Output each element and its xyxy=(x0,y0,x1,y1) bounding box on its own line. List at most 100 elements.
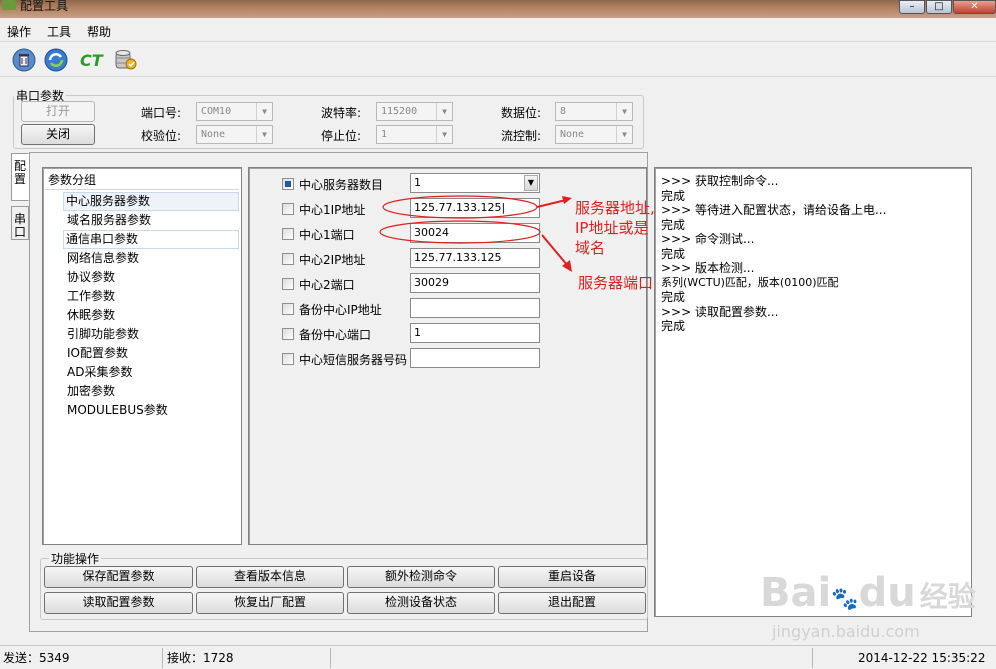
trash-icon[interactable] xyxy=(12,48,36,72)
label-center2-port: 中心2端口 xyxy=(299,278,355,292)
parity-select[interactable]: None ▼ xyxy=(196,125,273,144)
tree-item-modulebus[interactable]: MODULEBUS参数 xyxy=(65,401,170,420)
databits-label: 数据位: xyxy=(501,106,542,120)
server-count-value: 1 xyxy=(414,176,421,189)
port-label: 端口号: xyxy=(141,106,182,120)
chevron-down-icon: ▼ xyxy=(524,175,538,191)
maximize-button[interactable]: □ xyxy=(926,0,952,14)
watermark-brand3: 经验 xyxy=(919,580,976,613)
check-status-button[interactable]: 检测设备状态 xyxy=(347,592,495,614)
function-legend: 功能操作 xyxy=(49,550,102,567)
database-icon[interactable] xyxy=(113,48,137,72)
baud-value: 115200 xyxy=(381,106,418,117)
label-backup-ip: 备份中心IP地址 xyxy=(299,303,382,317)
log-line: >>> 获取控制命令... xyxy=(661,174,779,188)
baud-label: 波特率: xyxy=(321,106,362,120)
chevron-down-icon: ▼ xyxy=(436,126,452,143)
title-bar: 配置工具 – □ ✕ xyxy=(0,0,996,18)
tree-item-network[interactable]: 网络信息参数 xyxy=(65,249,141,268)
backup-port-field[interactable]: 1 xyxy=(410,323,540,343)
tree-item-protocol[interactable]: 协议参数 xyxy=(65,268,117,287)
label-backup-port: 备份中心端口 xyxy=(299,328,372,342)
tree-item-serial[interactable]: 通信串口参数 xyxy=(63,230,239,249)
tree-item-encrypt[interactable]: 加密参数 xyxy=(65,382,117,401)
label-sms-number: 中心短信服务器号码 xyxy=(299,353,408,367)
flow-select[interactable]: None ▼ xyxy=(555,125,633,144)
log-line: 完成 xyxy=(661,217,686,232)
tab-serial-label: 串口 xyxy=(14,212,27,239)
ct-icon[interactable]: CT xyxy=(80,48,106,72)
save-config-button[interactable]: 保存配置参数 xyxy=(44,566,193,588)
checkbox-center2-ip[interactable] xyxy=(282,253,294,265)
annotation-server-address-line3: 域名 xyxy=(575,239,606,257)
log-line: 完成 xyxy=(661,290,686,304)
flow-label: 流控制: xyxy=(501,129,542,143)
annotation-server-port: 服务器端口 xyxy=(578,274,654,292)
databits-select[interactable]: 8 ▼ xyxy=(555,102,633,121)
window-title: 配置工具 xyxy=(20,0,69,13)
checkbox-backup-port[interactable] xyxy=(282,328,294,340)
exit-config-button[interactable]: 退出配置 xyxy=(498,592,646,614)
sms-number-field[interactable] xyxy=(410,348,540,368)
status-separator xyxy=(162,648,163,668)
annotation-server-address-line1: 服务器地址, xyxy=(575,199,655,217)
stopbits-label: 停止位: xyxy=(321,129,362,143)
tree-item-work[interactable]: 工作参数 xyxy=(65,287,117,306)
tree-item-center-server[interactable]: 中心服务器参数 xyxy=(63,192,239,211)
stopbits-select[interactable]: 1 ▼ xyxy=(376,125,453,144)
label-center1-ip: 中心1IP地址 xyxy=(299,203,366,217)
tree-item-sleep[interactable]: 休眠参数 xyxy=(65,306,117,325)
annotation-server-address-line2: IP地址或是 xyxy=(575,219,649,237)
ct-icon-label: CT xyxy=(80,51,103,70)
factory-reset-button[interactable]: 恢复出厂配置 xyxy=(196,592,344,614)
log-line: 完成 xyxy=(661,319,686,333)
status-bar: 发送：5349 接收：1728 2014-12-22 15:35:22 xyxy=(0,645,996,669)
chevron-down-icon: ▼ xyxy=(616,126,632,143)
status-separator xyxy=(812,648,813,668)
restart-device-button[interactable]: 重启设备 xyxy=(498,566,646,588)
status-datetime: 2014-12-22 15:35:22 xyxy=(858,651,986,665)
tree-item-io[interactable]: IO配置参数 xyxy=(65,344,130,363)
backup-ip-field[interactable] xyxy=(410,298,540,318)
read-config-button[interactable]: 读取配置参数 xyxy=(44,592,193,614)
log-output[interactable]: >>> 获取控制命令... 完成 >>> 等待进入配置状态，请给设备上电... … xyxy=(654,167,972,617)
checkbox-backup-ip[interactable] xyxy=(282,303,294,315)
flow-value: None xyxy=(560,129,585,140)
extra-check-button[interactable]: 额外检测命令 xyxy=(347,566,495,588)
tree-item-pin[interactable]: 引脚功能参数 xyxy=(65,325,141,344)
checkbox-center1-port[interactable] xyxy=(282,228,294,240)
chevron-down-icon: ▼ xyxy=(256,103,272,120)
tab-serial[interactable]: 串口 xyxy=(11,206,29,240)
log-line: >>> 等待进入配置状态，请给设备上电... xyxy=(661,203,887,217)
log-line: 系列(WCTU)匹配，版本(0100)匹配 xyxy=(661,275,839,289)
watermark-url: jingyan.baidu.com xyxy=(772,622,920,641)
minimize-button[interactable]: – xyxy=(899,0,925,14)
menu-operation[interactable]: 操作 xyxy=(7,23,31,40)
open-port-button[interactable]: 打开 xyxy=(21,101,95,122)
tree-item-dns-server[interactable]: 域名服务器参数 xyxy=(65,211,153,230)
close-port-button[interactable]: 关闭 xyxy=(21,124,95,145)
label-center1-port: 中心1端口 xyxy=(299,228,355,242)
tab-config[interactable]: 配置 xyxy=(11,153,29,201)
param-group-tree: 参数分组 中心服务器参数 域名服务器参数 通信串口参数 网络信息参数 协议参数 … xyxy=(42,167,242,545)
chevron-down-icon: ▼ xyxy=(256,126,272,143)
tree-item-ad[interactable]: AD采集参数 xyxy=(65,363,134,382)
chevron-down-icon: ▼ xyxy=(616,103,632,120)
port-select[interactable]: COM10 ▼ xyxy=(196,102,273,121)
port-value: COM10 xyxy=(201,106,232,117)
checkbox-sms-number[interactable] xyxy=(282,353,294,365)
refresh-icon[interactable] xyxy=(44,48,68,72)
view-version-button[interactable]: 查看版本信息 xyxy=(196,566,344,588)
watermark-brand: Bai xyxy=(760,570,832,616)
menu-tools[interactable]: 工具 xyxy=(47,23,71,40)
close-window-button[interactable]: ✕ xyxy=(953,0,996,14)
checkbox-server-count[interactable] xyxy=(282,178,294,190)
checkbox-center2-port[interactable] xyxy=(282,278,294,290)
checkbox-center1-ip[interactable] xyxy=(282,203,294,215)
stopbits-value: 1 xyxy=(381,129,388,140)
app-icon xyxy=(2,0,16,10)
log-line: >>> 版本检测... xyxy=(661,261,755,275)
baud-select[interactable]: 115200 ▼ xyxy=(376,102,453,121)
menu-help[interactable]: 帮助 xyxy=(87,23,111,40)
parity-value: None xyxy=(201,129,226,140)
